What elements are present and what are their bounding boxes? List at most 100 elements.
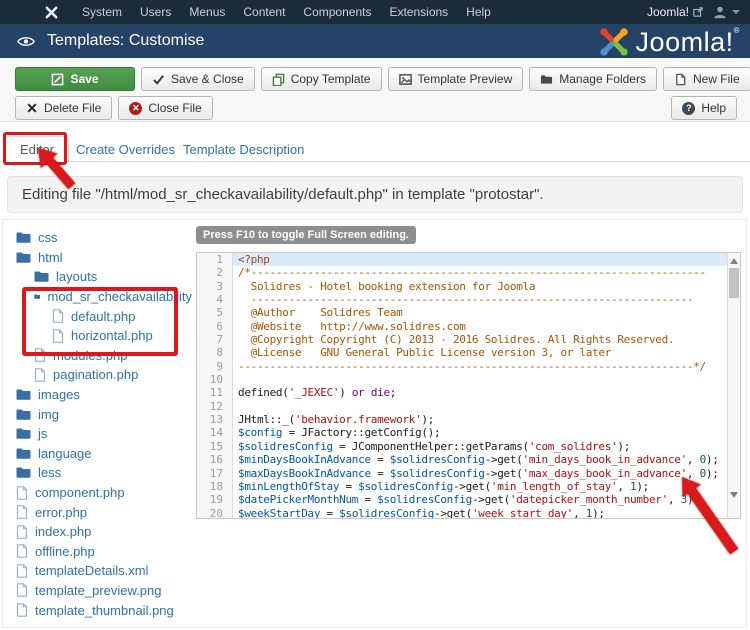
file-icon bbox=[16, 505, 28, 519]
delete-file-button[interactable]: Delete File bbox=[15, 96, 113, 120]
menu-components[interactable]: Components bbox=[294, 0, 380, 24]
check-icon bbox=[152, 73, 165, 86]
chevron-down-icon bbox=[732, 10, 740, 14]
question-icon: ? bbox=[682, 101, 696, 115]
code-line-14: $config = JFactory::getConfig(); bbox=[238, 426, 441, 440]
menu-help[interactable]: Help bbox=[457, 0, 500, 24]
folder-icon bbox=[16, 428, 31, 440]
joomla-brand: Joomla!® bbox=[598, 26, 740, 58]
scroll-up-icon[interactable] bbox=[730, 258, 738, 264]
code-line-1: <?php bbox=[233, 253, 727, 267]
menu-content[interactable]: Content bbox=[234, 0, 294, 24]
line-number-gutter: 1 2 3 4 5 6 7 8 9 10 11 12 13 14 15 16 17 18 19 20 bbox=[197, 253, 233, 518]
file-tree: css html layouts mod_sr_checkavailability de… bbox=[16, 228, 192, 620]
user-icon bbox=[714, 6, 726, 19]
toolbar-row-1: Save Save & Close Copy Template Template… bbox=[15, 67, 750, 91]
code-line-13: JHtml::_('behavior.framework'); bbox=[238, 413, 435, 427]
file-icon bbox=[16, 583, 28, 598]
editor-scrollbar[interactable] bbox=[727, 253, 740, 518]
template-preview-button[interactable]: Template Preview bbox=[387, 67, 524, 91]
tree-item-template-preview-png[interactable]: template_preview.png bbox=[16, 581, 192, 601]
image-icon bbox=[398, 73, 412, 86]
folder-icon bbox=[16, 232, 31, 244]
page-title: Templates: Customise bbox=[47, 32, 205, 49]
save-close-button[interactable]: Save & Close bbox=[141, 67, 255, 91]
tree-item-mod-sr-checkavailability[interactable]: mod_sr_checkavailability bbox=[16, 287, 192, 307]
scroll-down-icon[interactable] bbox=[730, 492, 738, 498]
tree-item-offline-php[interactable]: offline.php bbox=[16, 542, 192, 562]
tree-item-pagination-php[interactable]: pagination.php bbox=[16, 365, 192, 385]
x-icon bbox=[26, 102, 38, 114]
folder-icon bbox=[16, 252, 31, 263]
tab-create-overrides[interactable]: Create Overrides bbox=[76, 136, 175, 162]
help-button[interactable]: ? Help bbox=[671, 96, 737, 120]
file-icon bbox=[34, 368, 46, 382]
toolbar-row-2: Delete File ✕ Close File bbox=[15, 96, 213, 120]
tree-item-css[interactable]: css bbox=[16, 228, 192, 248]
code-line-18: $minLengthOfStay = $solidresConfig->get(… bbox=[238, 479, 650, 493]
copy-template-button[interactable]: Copy Template bbox=[260, 67, 382, 91]
tree-item-language[interactable]: language bbox=[16, 444, 192, 464]
file-icon bbox=[674, 73, 687, 86]
folder-icon bbox=[16, 467, 31, 479]
joomla-symbol-icon-small bbox=[44, 5, 59, 20]
tree-item-js[interactable]: js bbox=[16, 424, 192, 444]
manage-folders-button[interactable]: Manage Folders bbox=[529, 67, 657, 91]
joomla-admin-page: System Users Menus Content Components Ex… bbox=[0, 0, 750, 630]
file-icon bbox=[16, 524, 28, 539]
file-icon bbox=[16, 603, 28, 617]
tree-item-default-php[interactable]: default.php bbox=[16, 306, 192, 326]
code-line-3: Solidres - Hotel booking extension for J… bbox=[238, 279, 536, 293]
file-icon bbox=[16, 564, 28, 578]
tree-item-layouts[interactable]: layouts bbox=[16, 267, 192, 287]
menu-system[interactable]: System bbox=[73, 0, 131, 24]
folder-icon bbox=[16, 448, 31, 459]
tree-item-horizontal-php[interactable]: horizontal.php bbox=[16, 326, 192, 346]
menu-users[interactable]: Users bbox=[131, 0, 180, 24]
close-circle-icon: ✕ bbox=[129, 101, 143, 115]
tab-editor[interactable]: Editor bbox=[5, 136, 69, 162]
tab-template-description[interactable]: Template Description bbox=[183, 136, 304, 162]
tree-item-error-php[interactable]: error.php bbox=[16, 502, 192, 522]
folder-icon bbox=[16, 389, 31, 400]
joomla-symbol-icon bbox=[599, 28, 628, 56]
tree-item-html[interactable]: html bbox=[16, 248, 192, 268]
titlebar: Templates: Customise Joomla!® bbox=[0, 24, 750, 58]
code-line-9: ----------------------------------------… bbox=[238, 359, 706, 373]
tree-item-index-php[interactable]: index.php bbox=[16, 522, 192, 542]
toolbar: Save Save & Close Copy Template Template… bbox=[0, 58, 750, 122]
code-line-19: $datePickerMonthNum = $solidresConfig->g… bbox=[238, 493, 700, 507]
admin-menu: System Users Menus Content Components Ex… bbox=[73, 0, 500, 24]
code-editor[interactable]: 1 2 3 4 5 6 7 8 9 10 11 12 13 14 15 16 17 18 19 20 <?php/*-… bbox=[196, 252, 741, 519]
menubar-right: Joomla! bbox=[647, 5, 740, 19]
new-file-button[interactable]: New File bbox=[662, 67, 750, 91]
folder-icon bbox=[16, 409, 31, 420]
code-line-15: $solidresConfig = JComponentHelper::getP… bbox=[238, 439, 631, 453]
code-area[interactable]: <?php/*---------------------------------… bbox=[233, 253, 727, 518]
fullscreen-hint-badge: Press F10 to toggle Full Screen editing. bbox=[196, 226, 416, 244]
close-file-button[interactable]: ✕ Close File bbox=[118, 96, 213, 120]
folder-icon bbox=[34, 294, 41, 299]
tree-item-modules-php[interactable]: modules.php bbox=[16, 346, 192, 366]
tabbar: Editor Create Overrides Template Descrip… bbox=[0, 136, 750, 162]
save-button[interactable]: Save bbox=[15, 67, 135, 91]
user-menu[interactable] bbox=[713, 5, 740, 19]
scrollbar-thumb[interactable] bbox=[729, 268, 739, 298]
file-icon bbox=[52, 309, 64, 323]
file-icon bbox=[16, 485, 28, 500]
tree-item-component-php[interactable]: component.php bbox=[16, 483, 192, 503]
menu-menus[interactable]: Menus bbox=[180, 0, 234, 24]
copy-icon bbox=[272, 73, 285, 86]
code-line-16: $minDaysBookInAdvance = $solidresConfig-… bbox=[238, 453, 719, 467]
view-site-link[interactable]: Joomla! bbox=[647, 5, 703, 19]
tree-item-template-thumbnail-png[interactable]: template_thumbnail.png bbox=[16, 600, 192, 620]
tree-item-templatedetails-xml[interactable]: templateDetails.xml bbox=[16, 561, 192, 581]
admin-menubar: System Users Menus Content Components Ex… bbox=[0, 0, 750, 24]
tree-item-less[interactable]: less bbox=[16, 463, 192, 483]
code-line-17: $maxDaysBookInAdvance = $solidresConfig-… bbox=[238, 466, 719, 480]
menu-extensions[interactable]: Extensions bbox=[380, 0, 457, 24]
tree-item-images[interactable]: images bbox=[16, 385, 192, 405]
tree-item-img[interactable]: img bbox=[16, 404, 192, 424]
